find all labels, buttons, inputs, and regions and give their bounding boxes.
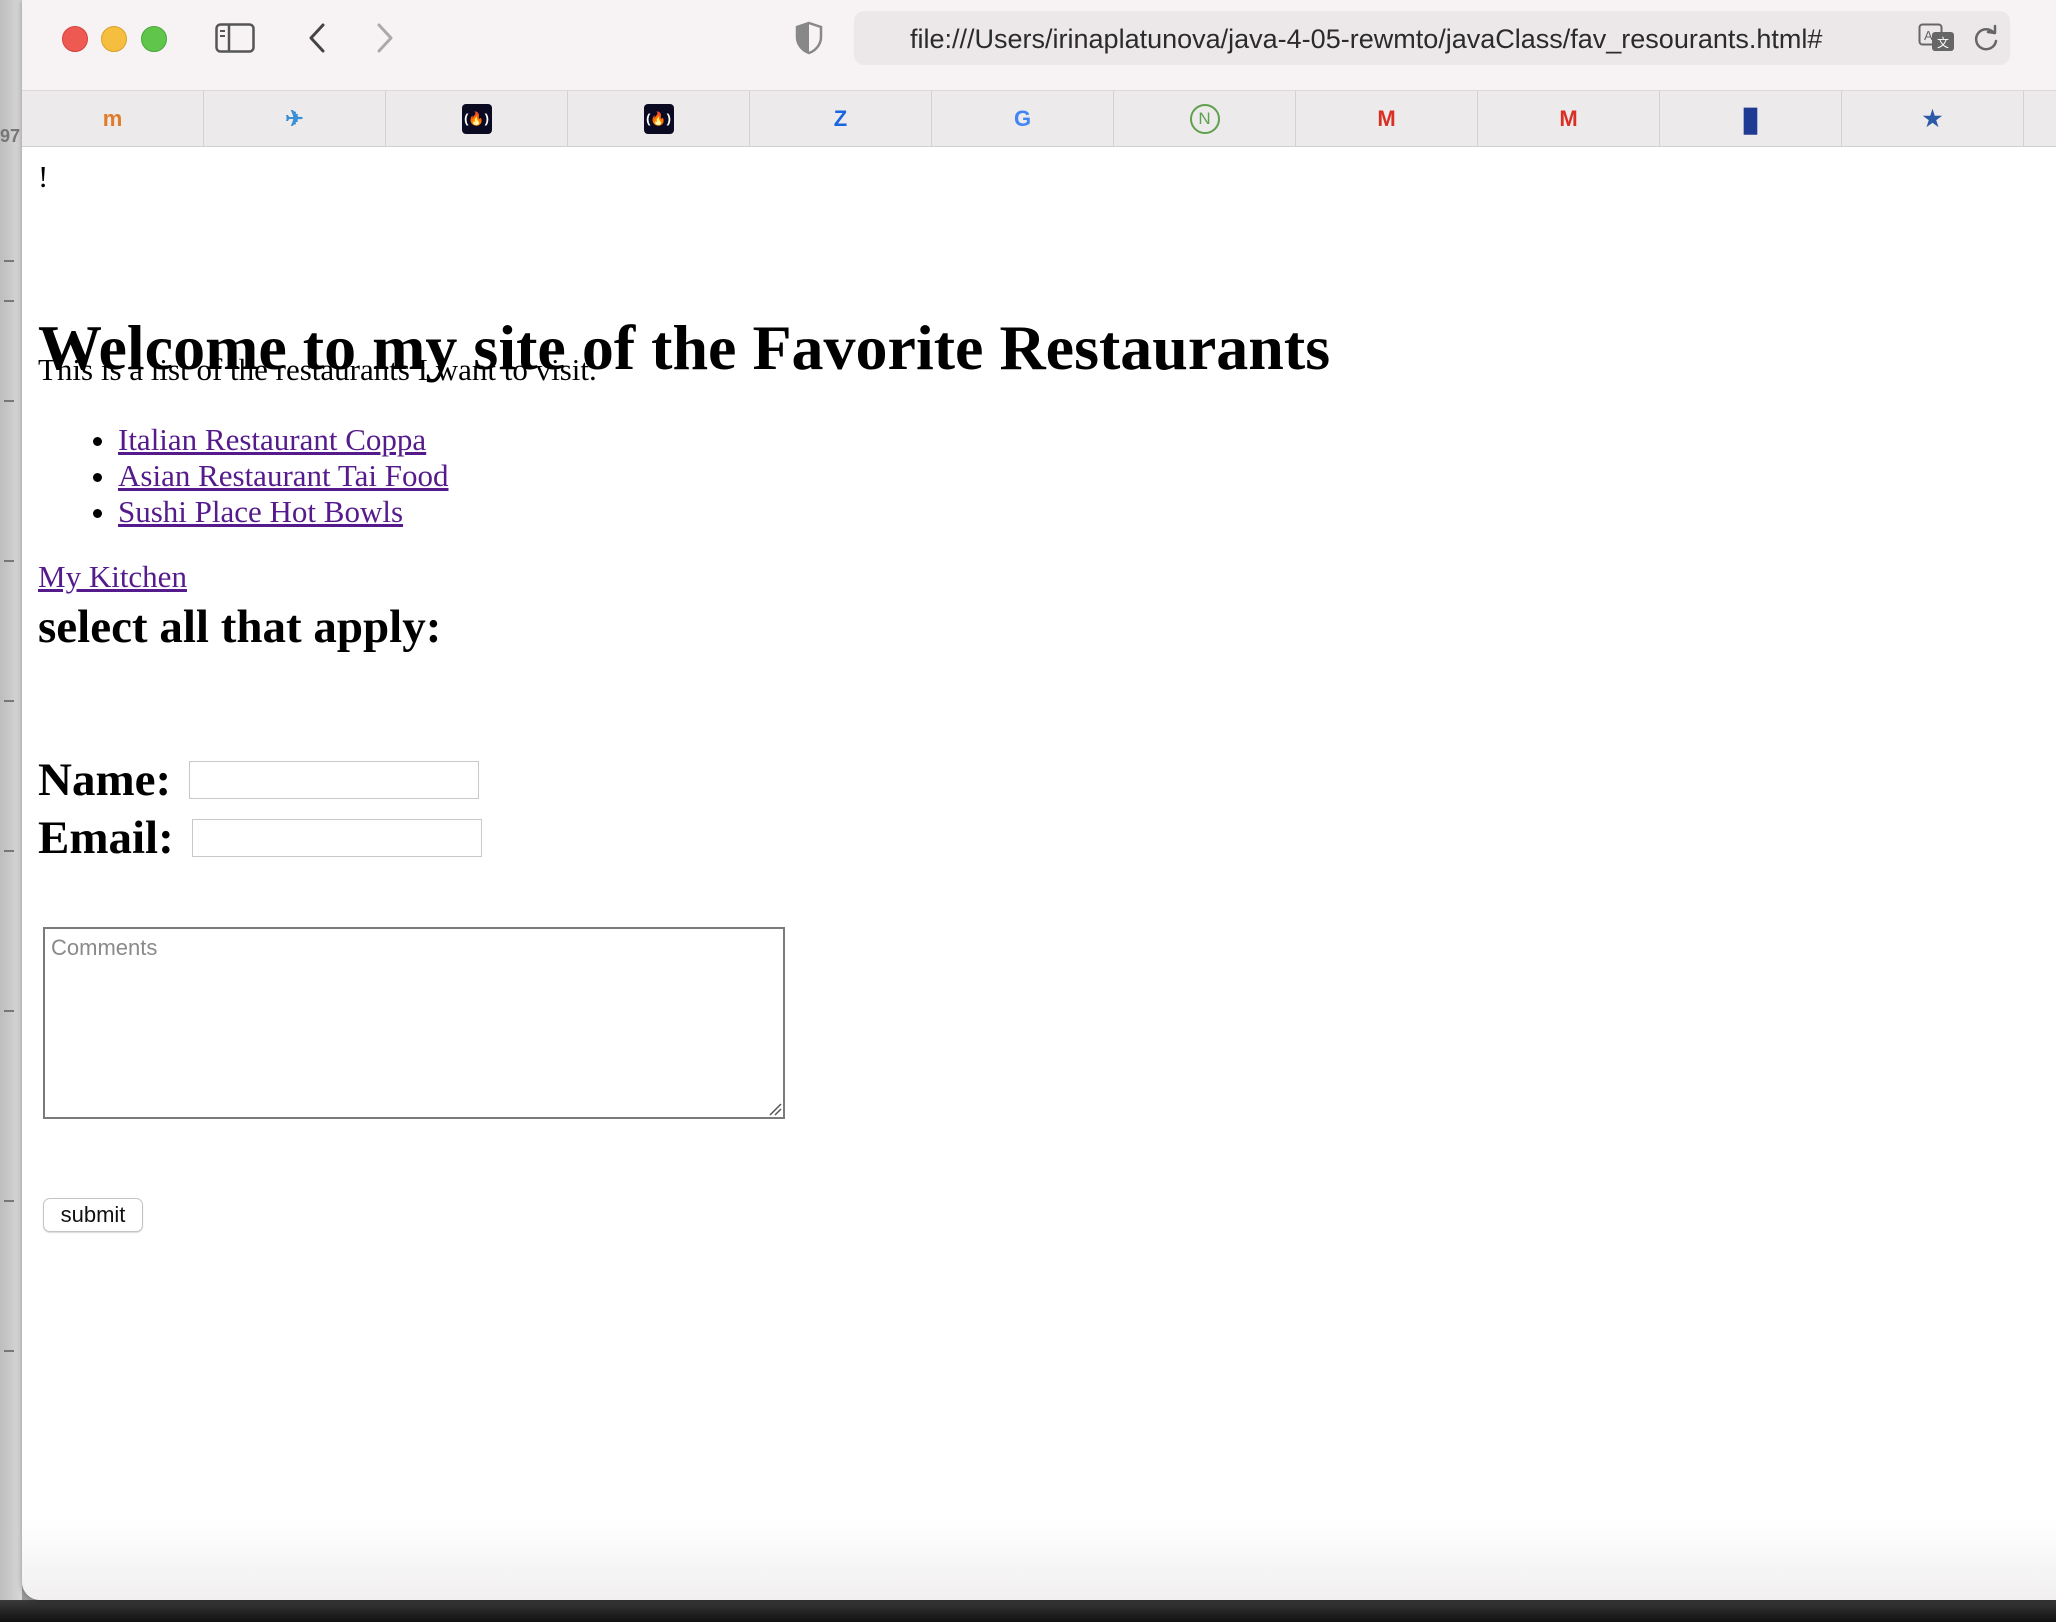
desktop-fragment: [4, 400, 14, 402]
favorite-star-10[interactable]: ★: [1842, 91, 2024, 146]
address-bar[interactable]: file:///Users/irinaplatunova/java-4-05-r…: [854, 11, 2010, 65]
desktop-fragment: [4, 1010, 14, 1012]
restaurant-link-coppa[interactable]: Italian Restaurant Coppa: [118, 422, 426, 457]
desktop-fragment: [4, 1200, 14, 1202]
favorite-gmail-8[interactable]: M: [1478, 91, 1660, 146]
name-label: Name:: [38, 754, 172, 806]
favorite-zillow-4[interactable]: Z: [750, 91, 932, 146]
form-heading: select all that apply:: [38, 601, 442, 653]
close-window-button[interactable]: [62, 26, 88, 52]
email-input[interactable]: [191, 819, 482, 857]
list-item: Sushi Place Hot Bowls: [118, 494, 448, 530]
google-icon: G: [1013, 105, 1032, 131]
email-row: Email:: [38, 811, 482, 865]
desktop-fragment: [4, 560, 14, 562]
comments-textarea[interactable]: [43, 927, 785, 1119]
star-icon: ★: [1922, 105, 1943, 131]
reload-icon[interactable]: [1972, 23, 2000, 60]
email-label: Email:: [38, 812, 174, 864]
svg-text:文: 文: [1937, 35, 1949, 50]
forward-arrow-icon[interactable]: [370, 18, 400, 58]
url-text: file:///Users/irinaplatunova/java-4-05-r…: [910, 24, 1823, 54]
favorite-google-5[interactable]: G: [932, 91, 1114, 146]
bird-icon: ✈: [285, 105, 304, 131]
restaurant-link-hot-bowls[interactable]: Sushi Place Hot Bowls: [118, 494, 403, 529]
nodejs-icon: N: [1189, 103, 1220, 134]
book-icon: ▮: [1741, 99, 1760, 138]
favorites-bar: m ✈ (🔥) (🔥) Z G N M M ▮ ★: [22, 91, 2056, 147]
intro-text: This is a list of the restaurants I want…: [38, 352, 597, 387]
favorite-freecodecamp-2[interactable]: (🔥): [386, 91, 568, 146]
list-item: Asian Restaurant Tai Food: [118, 458, 448, 494]
list-item: Italian Restaurant Coppa: [118, 422, 448, 458]
favorite-bird-1[interactable]: ✈: [204, 91, 386, 146]
gmail-icon: M: [1559, 105, 1578, 131]
my-kitchen-link[interactable]: My Kitchen: [38, 559, 187, 594]
desktop-fragment: 97: [0, 126, 21, 146]
freecodecamp-icon: (🔥): [643, 103, 674, 134]
freecodecamp-icon: (🔥): [461, 103, 492, 134]
desktop-fragment: [4, 260, 14, 262]
desktop-background-left: 97: [0, 0, 22, 1622]
stray-text: !: [38, 159, 49, 194]
name-input[interactable]: [189, 761, 480, 799]
browser-toolbar: file:///Users/irinaplatunova/java-4-05-r…: [22, 0, 2056, 91]
browser-window: file:///Users/irinaplatunova/java-4-05-r…: [22, 0, 2056, 1600]
desktop-fragment: [4, 850, 14, 852]
translate-icon[interactable]: A文: [1918, 23, 1956, 60]
svg-text:A: A: [1924, 28, 1933, 43]
moodle-icon: m: [102, 105, 123, 131]
sidebar-toggle-icon[interactable]: [215, 18, 255, 58]
favorite-book-9[interactable]: ▮: [1660, 91, 1842, 146]
gmail-icon: M: [1377, 105, 1396, 131]
favorite-freecodecamp-3[interactable]: (🔥): [568, 91, 750, 146]
privacy-shield-icon[interactable]: [792, 18, 826, 58]
name-row: Name:: [38, 753, 480, 807]
desktop-fragment: [4, 700, 14, 702]
resize-handle-icon[interactable]: [768, 1102, 782, 1121]
zillow-icon: Z: [833, 105, 848, 131]
desktop-fragment: [4, 300, 14, 302]
dock-strip: [0, 1600, 2056, 1622]
submit-button[interactable]: submit: [43, 1198, 143, 1232]
page-content: ! Welcome to my site of the Favorite Res…: [38, 147, 2056, 1600]
window-bottom-fade: [22, 1520, 2056, 1600]
desktop-fragment: [4, 1350, 14, 1352]
favorite-nodejs-6[interactable]: N: [1114, 91, 1296, 146]
favorite-moodle-0[interactable]: m: [22, 91, 204, 146]
restaurant-list: Italian Restaurant Coppa Asian Restauran…: [38, 422, 448, 530]
favorite-gmail-7[interactable]: M: [1296, 91, 1478, 146]
restaurant-link-tai-food[interactable]: Asian Restaurant Tai Food: [118, 458, 448, 493]
zoom-window-button[interactable]: [141, 26, 167, 52]
minimize-window-button[interactable]: [101, 26, 127, 52]
back-arrow-icon[interactable]: [302, 18, 332, 58]
